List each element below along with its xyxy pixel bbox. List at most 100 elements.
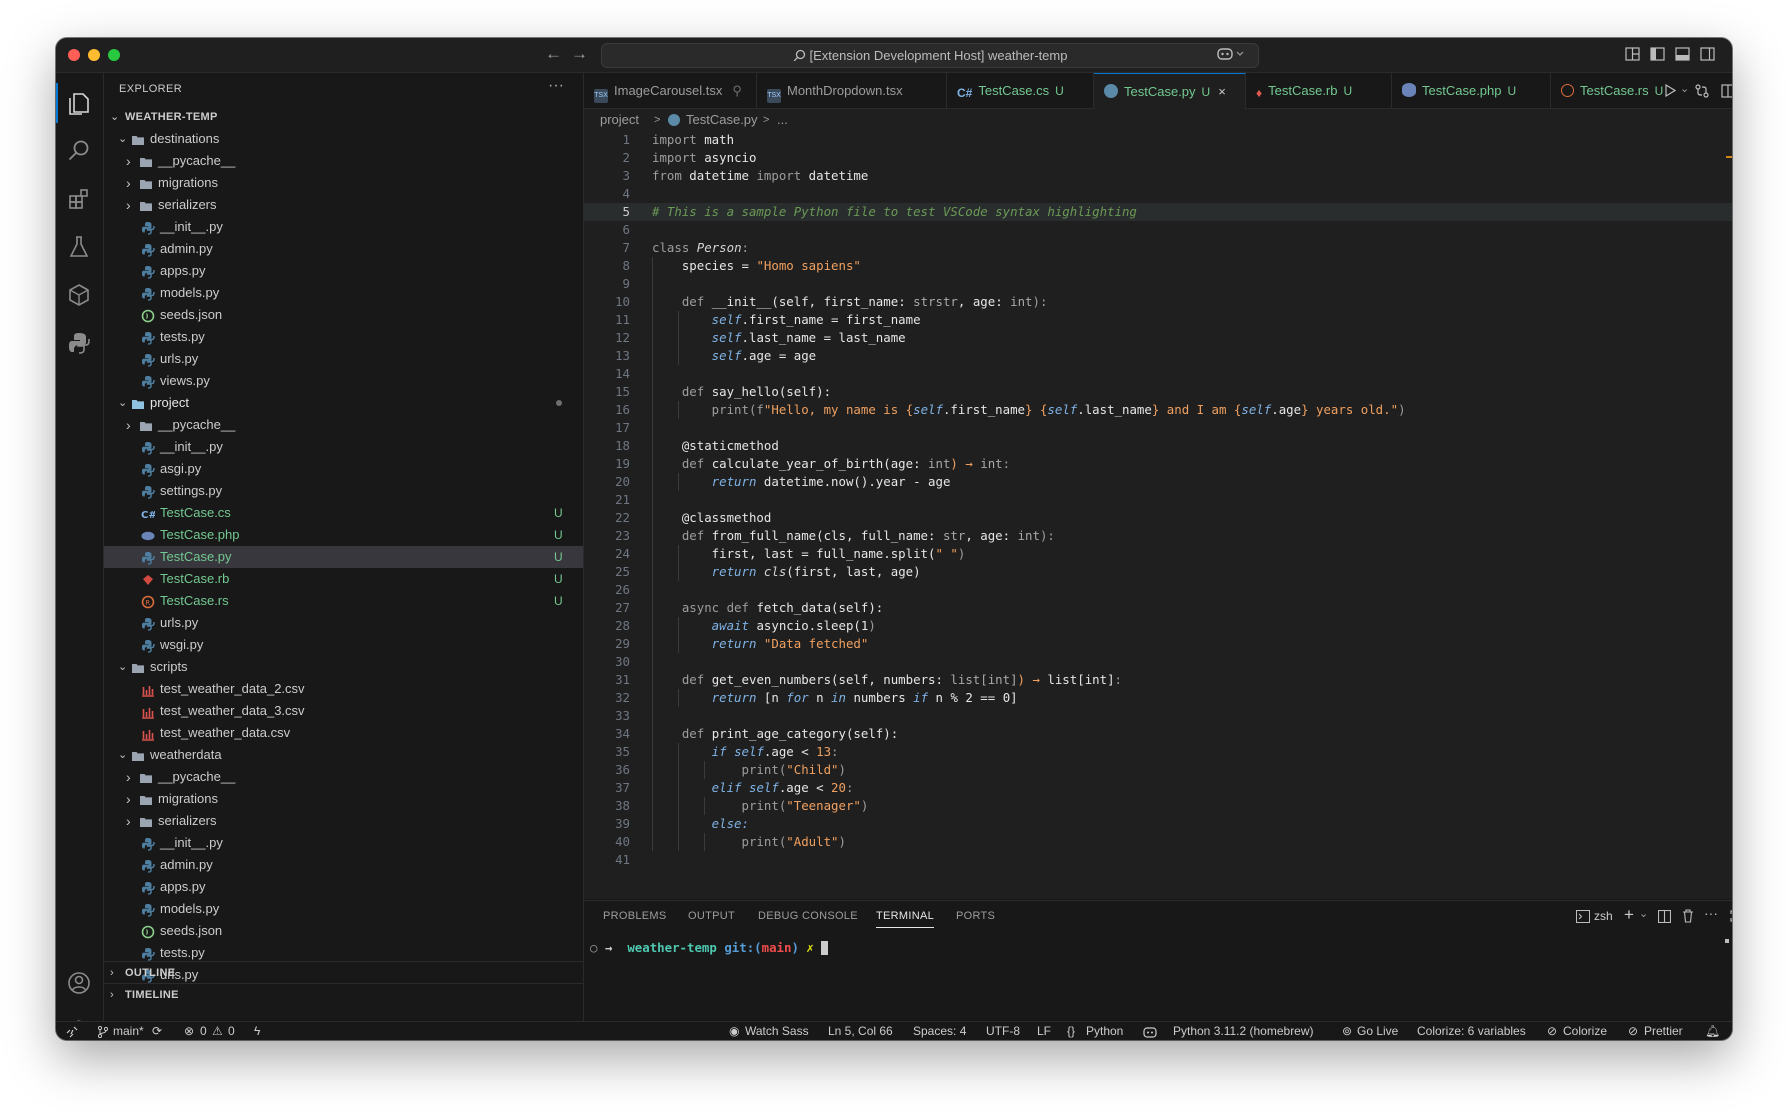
remote-indicator-icon[interactable] (66, 1026, 78, 1038)
tree-file[interactable]: urls.py (104, 612, 583, 634)
tree-folder[interactable]: › migrations (104, 788, 583, 810)
tree-folder[interactable]: › migrations (104, 172, 583, 194)
code-line[interactable]: 23 def from_full_name(cls, full_name: st… (584, 527, 1732, 545)
back-arrow-icon[interactable]: ← (545, 44, 562, 64)
timeline-section[interactable]: › TIMELINE (104, 983, 583, 1006)
end-of-line[interactable]: LF (1037, 1022, 1051, 1040)
tree-folder[interactable]: ⌄ project (104, 392, 583, 414)
customize-layout-icon[interactable] (1625, 47, 1640, 61)
forward-arrow-icon[interactable]: → (571, 44, 588, 64)
tree-folder[interactable]: › __pycache__ (104, 414, 583, 436)
tree-file[interactable]: wsgi.py (104, 634, 583, 656)
code-line[interactable]: 15 def say_hello(self): (584, 383, 1732, 401)
tab-output[interactable]: OUTPUT (688, 910, 735, 922)
tree-file[interactable]: C# TestCase.cs U (104, 502, 583, 524)
code-line[interactable]: 3 from datetime import datetime (584, 167, 1732, 185)
maximize-window-button[interactable] (108, 49, 120, 61)
tree-file[interactable]: apps.py (104, 260, 583, 282)
cursor-position[interactable]: Ln 5, Col 66 (828, 1022, 893, 1040)
close-tab-icon[interactable]: × (1218, 84, 1226, 99)
tree-folder[interactable]: ⌄ scripts (104, 656, 583, 678)
code-line[interactable]: 28 await asyncio.sleep(1) (584, 617, 1732, 635)
extensions-icon[interactable] (66, 186, 92, 212)
tree-file[interactable]: models.py (104, 898, 583, 920)
tree-file[interactable]: asgi.py (104, 458, 583, 480)
explorer-more-actions-icon[interactable]: ··· (548, 77, 564, 95)
tab-testcase-py[interactable]: TestCase.py U × (1094, 73, 1246, 109)
tree-file[interactable]: TestCase.py U (104, 546, 583, 568)
toggle-panel-icon[interactable] (1675, 47, 1690, 61)
code-line[interactable]: 11 self.first_name = first_name (584, 311, 1732, 329)
tree-file[interactable]: tests.py (104, 326, 583, 348)
tree-file[interactable]: __init__.py (104, 216, 583, 238)
indentation[interactable]: Spaces: 4 (913, 1022, 966, 1040)
tab-problems[interactable]: PROBLEMS (603, 910, 667, 922)
tab-ports[interactable]: PORTS (956, 910, 995, 922)
code-line[interactable]: 17 (584, 419, 1732, 437)
tree-file[interactable]: TestCase.php U (104, 524, 583, 546)
python-icon[interactable] (66, 330, 92, 356)
code-line[interactable]: 1 import math (584, 131, 1732, 149)
tree-file[interactable]: __init__.py (104, 436, 583, 458)
outline-section[interactable]: › OUTLINE (104, 961, 583, 984)
code-line[interactable]: 39 else: (584, 815, 1732, 833)
tab-terminal[interactable]: TERMINAL (876, 910, 935, 928)
testing-flask-icon[interactable] (66, 234, 92, 260)
code-line[interactable]: 22 @classmethod (584, 509, 1732, 527)
tree-folder[interactable]: ⌄ weatherdata (104, 744, 583, 766)
tab-testcase-rb[interactable]: ♦ TestCase.rb U (1246, 73, 1392, 108)
tab-debug-console[interactable]: DEBUG CONSOLE (758, 910, 858, 922)
code-line[interactable]: 32 return [n for n in numbers if n % 2 =… (584, 689, 1732, 707)
tree-file[interactable]: seeds.json (104, 304, 583, 326)
tree-file[interactable]: test_weather_data_3.csv (104, 700, 583, 722)
watch-sass-button[interactable]: Watch Sass (745, 1022, 809, 1040)
breadcrumb-folder[interactable]: project (600, 109, 639, 131)
breadcrumb-symbol[interactable]: ... (777, 109, 788, 131)
code-line[interactable]: 6 (584, 221, 1732, 239)
code-line[interactable]: 2 import asyncio (584, 149, 1732, 167)
code-line[interactable]: 26 (584, 581, 1732, 599)
code-line[interactable]: 37 elif self.age < 20: (584, 779, 1732, 797)
colorize-variables[interactable]: Colorize: 6 variables (1417, 1022, 1526, 1040)
code-line[interactable]: 41 (584, 851, 1732, 869)
code-line[interactable]: 34 def print_age_category(self): (584, 725, 1732, 743)
code-line[interactable]: 27 async def fetch_data(self): (584, 599, 1732, 617)
tree-file[interactable]: urls.py (104, 348, 583, 370)
code-line[interactable]: 16 print(f"Hello, my name is {self.first… (584, 401, 1732, 419)
pin-icon[interactable]: ⚲ (732, 83, 742, 98)
new-terminal-plus-icon[interactable]: + (1624, 905, 1634, 925)
tree-folder[interactable]: › __pycache__ (104, 766, 583, 788)
copilot-status-icon[interactable] (1143, 1026, 1157, 1038)
maximize-panel-icon[interactable] (1730, 910, 1732, 922)
tree-file[interactable]: test_weather_data.csv (104, 722, 583, 744)
code-line[interactable]: 4 (584, 185, 1732, 203)
python-interpreter[interactable]: Python 3.11.2 (homebrew) (1173, 1022, 1314, 1040)
error-count[interactable]: 0 (200, 1022, 207, 1040)
code-line[interactable]: 40 print("Adult") (584, 833, 1732, 851)
split-terminal-icon[interactable] (1658, 910, 1671, 923)
remote-explorer-icon[interactable] (66, 282, 92, 308)
tab-month-dropdown[interactable]: TSX MonthDropdown.tsx (757, 73, 947, 108)
terminal-shell-name[interactable]: zsh (1594, 909, 1613, 923)
code-line[interactable]: 24 first, last = full_name.split(" ") (584, 545, 1732, 563)
code-line[interactable]: 18 @staticmethod (584, 437, 1732, 455)
copilot-icon[interactable] (1216, 47, 1246, 61)
tree-file[interactable]: apps.py (104, 876, 583, 898)
toggle-secondary-sidebar-icon[interactable] (1700, 47, 1715, 61)
tree-file[interactable]: admin.py (104, 854, 583, 876)
tree-file[interactable]: views.py (104, 370, 583, 392)
chevron-down-icon[interactable]: ⌄ (1680, 82, 1689, 95)
run-python-play-icon[interactable] (1664, 84, 1676, 97)
tree-file[interactable]: __init__.py (104, 832, 583, 854)
terminal-output[interactable]: ○ → weather-temp git:(main) ✗ (590, 939, 829, 957)
git-branch[interactable]: main* (113, 1022, 144, 1040)
compare-changes-icon[interactable] (1695, 84, 1709, 98)
command-center-search[interactable]: [Extension Development Host] weather-tem… (601, 43, 1259, 68)
search-icon[interactable] (66, 138, 92, 164)
tree-file[interactable]: settings.py (104, 480, 583, 502)
code-line[interactable]: 30 (584, 653, 1732, 671)
sync-icon[interactable]: ⟳ (152, 1022, 162, 1040)
code-line[interactable]: 35 if self.age < 13: (584, 743, 1732, 761)
breadcrumb-file[interactable]: TestCase.py (686, 109, 758, 131)
tree-file[interactable]: test_weather_data_2.csv (104, 678, 583, 700)
